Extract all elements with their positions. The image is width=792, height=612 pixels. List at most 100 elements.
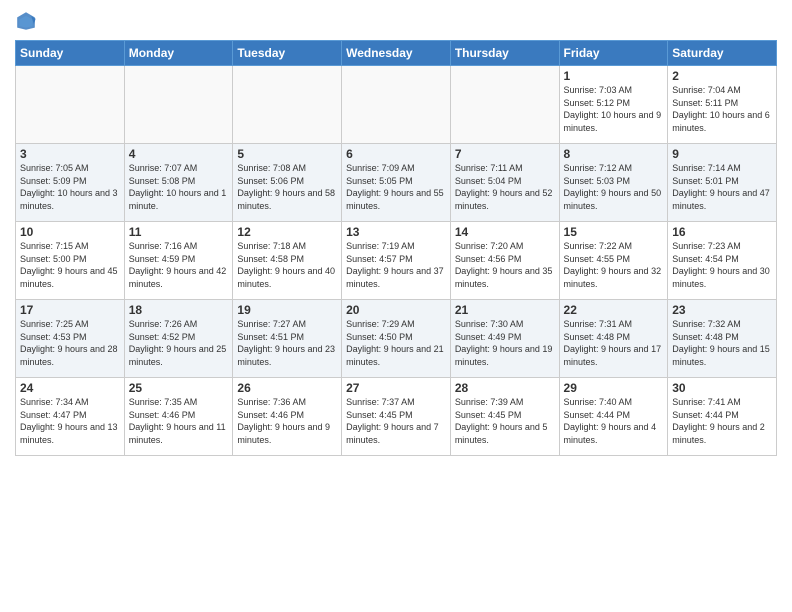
day-info: Sunrise: 7:23 AM Sunset: 4:54 PM Dayligh… xyxy=(672,240,772,290)
calendar-cell: 9Sunrise: 7:14 AM Sunset: 5:01 PM Daylig… xyxy=(668,144,777,222)
day-info: Sunrise: 7:22 AM Sunset: 4:55 PM Dayligh… xyxy=(564,240,664,290)
day-number: 15 xyxy=(564,225,664,239)
day-number: 24 xyxy=(20,381,120,395)
day-info: Sunrise: 7:39 AM Sunset: 4:45 PM Dayligh… xyxy=(455,396,555,446)
calendar-cell: 5Sunrise: 7:08 AM Sunset: 5:06 PM Daylig… xyxy=(233,144,342,222)
day-info: Sunrise: 7:15 AM Sunset: 5:00 PM Dayligh… xyxy=(20,240,120,290)
day-info: Sunrise: 7:27 AM Sunset: 4:51 PM Dayligh… xyxy=(237,318,337,368)
day-info: Sunrise: 7:19 AM Sunset: 4:57 PM Dayligh… xyxy=(346,240,446,290)
calendar-cell: 13Sunrise: 7:19 AM Sunset: 4:57 PM Dayli… xyxy=(342,222,451,300)
day-info: Sunrise: 7:07 AM Sunset: 5:08 PM Dayligh… xyxy=(129,162,229,212)
day-number: 6 xyxy=(346,147,446,161)
day-number: 4 xyxy=(129,147,229,161)
calendar-cell: 20Sunrise: 7:29 AM Sunset: 4:50 PM Dayli… xyxy=(342,300,451,378)
day-number: 17 xyxy=(20,303,120,317)
calendar-cell: 16Sunrise: 7:23 AM Sunset: 4:54 PM Dayli… xyxy=(668,222,777,300)
calendar-cell: 4Sunrise: 7:07 AM Sunset: 5:08 PM Daylig… xyxy=(124,144,233,222)
calendar-cell: 11Sunrise: 7:16 AM Sunset: 4:59 PM Dayli… xyxy=(124,222,233,300)
calendar-cell: 29Sunrise: 7:40 AM Sunset: 4:44 PM Dayli… xyxy=(559,378,668,456)
day-number: 20 xyxy=(346,303,446,317)
calendar-cell: 19Sunrise: 7:27 AM Sunset: 4:51 PM Dayli… xyxy=(233,300,342,378)
calendar-week-row: 1Sunrise: 7:03 AM Sunset: 5:12 PM Daylig… xyxy=(16,66,777,144)
day-info: Sunrise: 7:41 AM Sunset: 4:44 PM Dayligh… xyxy=(672,396,772,446)
day-info: Sunrise: 7:14 AM Sunset: 5:01 PM Dayligh… xyxy=(672,162,772,212)
day-of-week-header: Thursday xyxy=(450,41,559,66)
day-of-week-header: Monday xyxy=(124,41,233,66)
day-number: 16 xyxy=(672,225,772,239)
logo xyxy=(15,10,41,32)
day-info: Sunrise: 7:09 AM Sunset: 5:05 PM Dayligh… xyxy=(346,162,446,212)
day-number: 29 xyxy=(564,381,664,395)
calendar-cell: 22Sunrise: 7:31 AM Sunset: 4:48 PM Dayli… xyxy=(559,300,668,378)
day-of-week-header: Sunday xyxy=(16,41,125,66)
day-of-week-header: Tuesday xyxy=(233,41,342,66)
day-info: Sunrise: 7:18 AM Sunset: 4:58 PM Dayligh… xyxy=(237,240,337,290)
calendar-cell: 6Sunrise: 7:09 AM Sunset: 5:05 PM Daylig… xyxy=(342,144,451,222)
day-info: Sunrise: 7:31 AM Sunset: 4:48 PM Dayligh… xyxy=(564,318,664,368)
day-info: Sunrise: 7:16 AM Sunset: 4:59 PM Dayligh… xyxy=(129,240,229,290)
day-number: 21 xyxy=(455,303,555,317)
day-info: Sunrise: 7:11 AM Sunset: 5:04 PM Dayligh… xyxy=(455,162,555,212)
day-number: 8 xyxy=(564,147,664,161)
day-number: 22 xyxy=(564,303,664,317)
day-info: Sunrise: 7:03 AM Sunset: 5:12 PM Dayligh… xyxy=(564,84,664,134)
day-number: 18 xyxy=(129,303,229,317)
calendar-cell xyxy=(233,66,342,144)
day-number: 14 xyxy=(455,225,555,239)
day-number: 7 xyxy=(455,147,555,161)
page-container: SundayMondayTuesdayWednesdayThursdayFrid… xyxy=(0,0,792,466)
calendar-cell xyxy=(124,66,233,144)
day-info: Sunrise: 7:40 AM Sunset: 4:44 PM Dayligh… xyxy=(564,396,664,446)
calendar-cell: 1Sunrise: 7:03 AM Sunset: 5:12 PM Daylig… xyxy=(559,66,668,144)
calendar-cell: 17Sunrise: 7:25 AM Sunset: 4:53 PM Dayli… xyxy=(16,300,125,378)
day-info: Sunrise: 7:37 AM Sunset: 4:45 PM Dayligh… xyxy=(346,396,446,446)
day-number: 3 xyxy=(20,147,120,161)
day-number: 10 xyxy=(20,225,120,239)
calendar-cell: 2Sunrise: 7:04 AM Sunset: 5:11 PM Daylig… xyxy=(668,66,777,144)
calendar-cell: 23Sunrise: 7:32 AM Sunset: 4:48 PM Dayli… xyxy=(668,300,777,378)
calendar-cell: 7Sunrise: 7:11 AM Sunset: 5:04 PM Daylig… xyxy=(450,144,559,222)
calendar-cell: 12Sunrise: 7:18 AM Sunset: 4:58 PM Dayli… xyxy=(233,222,342,300)
day-info: Sunrise: 7:34 AM Sunset: 4:47 PM Dayligh… xyxy=(20,396,120,446)
day-number: 26 xyxy=(237,381,337,395)
calendar-cell xyxy=(16,66,125,144)
calendar-cell: 15Sunrise: 7:22 AM Sunset: 4:55 PM Dayli… xyxy=(559,222,668,300)
day-info: Sunrise: 7:20 AM Sunset: 4:56 PM Dayligh… xyxy=(455,240,555,290)
day-number: 23 xyxy=(672,303,772,317)
calendar-cell: 10Sunrise: 7:15 AM Sunset: 5:00 PM Dayli… xyxy=(16,222,125,300)
calendar-cell: 27Sunrise: 7:37 AM Sunset: 4:45 PM Dayli… xyxy=(342,378,451,456)
calendar-cell: 14Sunrise: 7:20 AM Sunset: 4:56 PM Dayli… xyxy=(450,222,559,300)
calendar-week-row: 10Sunrise: 7:15 AM Sunset: 5:00 PM Dayli… xyxy=(16,222,777,300)
calendar-cell: 25Sunrise: 7:35 AM Sunset: 4:46 PM Dayli… xyxy=(124,378,233,456)
calendar-table: SundayMondayTuesdayWednesdayThursdayFrid… xyxy=(15,40,777,456)
day-number: 5 xyxy=(237,147,337,161)
calendar-cell: 21Sunrise: 7:30 AM Sunset: 4:49 PM Dayli… xyxy=(450,300,559,378)
day-info: Sunrise: 7:12 AM Sunset: 5:03 PM Dayligh… xyxy=(564,162,664,212)
calendar-week-row: 17Sunrise: 7:25 AM Sunset: 4:53 PM Dayli… xyxy=(16,300,777,378)
day-number: 1 xyxy=(564,69,664,83)
day-number: 25 xyxy=(129,381,229,395)
day-info: Sunrise: 7:08 AM Sunset: 5:06 PM Dayligh… xyxy=(237,162,337,212)
day-info: Sunrise: 7:32 AM Sunset: 4:48 PM Dayligh… xyxy=(672,318,772,368)
calendar-cell: 28Sunrise: 7:39 AM Sunset: 4:45 PM Dayli… xyxy=(450,378,559,456)
day-number: 12 xyxy=(237,225,337,239)
day-number: 27 xyxy=(346,381,446,395)
calendar-cell xyxy=(342,66,451,144)
calendar-cell: 3Sunrise: 7:05 AM Sunset: 5:09 PM Daylig… xyxy=(16,144,125,222)
calendar-header-row: SundayMondayTuesdayWednesdayThursdayFrid… xyxy=(16,41,777,66)
calendar-week-row: 3Sunrise: 7:05 AM Sunset: 5:09 PM Daylig… xyxy=(16,144,777,222)
logo-icon xyxy=(15,10,37,32)
calendar-week-row: 24Sunrise: 7:34 AM Sunset: 4:47 PM Dayli… xyxy=(16,378,777,456)
day-number: 28 xyxy=(455,381,555,395)
calendar-cell: 24Sunrise: 7:34 AM Sunset: 4:47 PM Dayli… xyxy=(16,378,125,456)
calendar-cell: 26Sunrise: 7:36 AM Sunset: 4:46 PM Dayli… xyxy=(233,378,342,456)
day-of-week-header: Friday xyxy=(559,41,668,66)
day-info: Sunrise: 7:25 AM Sunset: 4:53 PM Dayligh… xyxy=(20,318,120,368)
day-info: Sunrise: 7:29 AM Sunset: 4:50 PM Dayligh… xyxy=(346,318,446,368)
day-of-week-header: Saturday xyxy=(668,41,777,66)
day-number: 11 xyxy=(129,225,229,239)
day-info: Sunrise: 7:26 AM Sunset: 4:52 PM Dayligh… xyxy=(129,318,229,368)
calendar-cell xyxy=(450,66,559,144)
day-info: Sunrise: 7:36 AM Sunset: 4:46 PM Dayligh… xyxy=(237,396,337,446)
calendar-cell: 30Sunrise: 7:41 AM Sunset: 4:44 PM Dayli… xyxy=(668,378,777,456)
